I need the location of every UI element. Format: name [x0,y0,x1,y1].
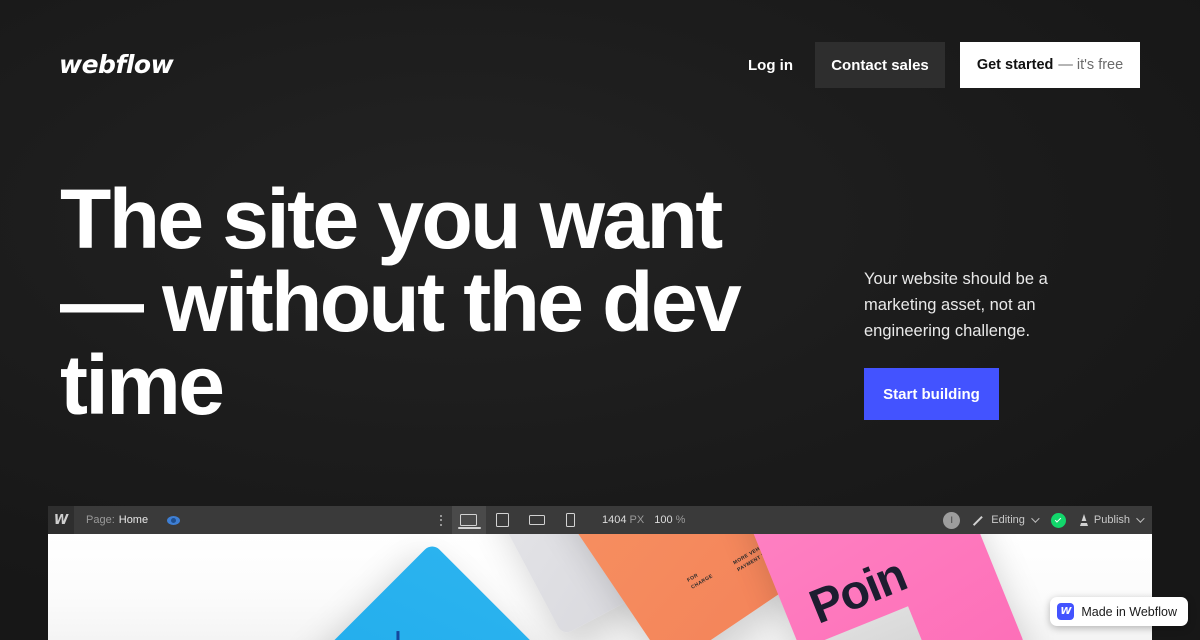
chevron-down-icon [1136,514,1145,523]
designer-canvas[interactable]: FOR CHARGE MORE VEHICLE PAYMENT TIME Poi… [48,534,1152,640]
chevron-down-icon [1031,514,1040,523]
get-started-button[interactable]: Get started — it's free [960,42,1140,88]
canvas-width-unit: PX [629,514,645,526]
tablet-icon [496,513,510,527]
page-selector[interactable]: Page: Home [74,506,160,534]
get-started-label: Get started [976,57,1054,73]
canvas-zoom-unit: % [675,514,686,526]
eye-glyph [166,515,180,525]
check-circle-icon [1050,512,1066,528]
header-nav: Log in Contact sales Get started — it's … [726,42,1140,88]
canvas-zoom[interactable]: 100 % [654,514,685,526]
webflow-mark-icon[interactable]: W [48,506,74,534]
publish-dropdown[interactable]: Publish [1079,514,1145,526]
page-selector-value: Home [118,514,149,526]
pen-icon [974,515,985,526]
canvas-metrics: 1404 PX 100 % [588,514,699,526]
webflow-logo[interactable]: webflow [59,50,174,79]
card-orange-fineprint-1: FOR CHARGE [686,572,714,591]
dot [439,519,442,521]
mobile-landscape-icon [528,515,545,525]
canvas-width-value: 1404 [601,514,627,526]
page-selector-label: Page: [86,514,115,526]
contact-sales-button[interactable]: Contact sales [815,42,945,88]
webflow-badge-icon: W [1057,603,1075,620]
breakpoint-desktop[interactable] [451,506,486,534]
editing-mode-dropdown[interactable]: Editing [974,514,1040,526]
get-started-subtext: — it's free [1058,57,1124,73]
breakpoint-mobile-landscape[interactable] [520,506,554,534]
avatar[interactable]: I [943,511,961,529]
designer-preview: W Page: Home 1404 PX 100 % I Editing Pub… [48,506,1152,640]
publish-label: Publish [1093,514,1130,526]
dot [439,514,442,517]
designer-toolbar: W Page: Home 1404 PX 100 % I Editing Pub… [48,506,1152,534]
more-vertical-icon[interactable] [430,506,452,534]
login-link[interactable]: Log in [726,42,815,88]
canvas-zoom-value: 100 [654,514,673,526]
arrow-icon [396,631,409,640]
toolbar-right-group: I Editing Publish [943,511,1152,529]
mobile-portrait-icon [566,513,576,527]
check-glyph [1055,515,1062,523]
editing-mode-label: Editing [991,514,1025,526]
start-building-button[interactable]: Start building [864,368,999,421]
eye-icon[interactable] [160,506,186,534]
hero-side-column: Your website should be a marketing asset… [864,266,1094,421]
site-header: webflow Log in Contact sales Get started… [0,0,1200,120]
made-in-webflow-badge[interactable]: W Made in Webflow [1050,597,1188,626]
desktop-icon [458,514,482,529]
rocket-icon [1079,514,1089,526]
canvas-width: 1404 PX [602,514,644,526]
hero-subheading: Your website should be a marketing asset… [864,270,1048,341]
breakpoint-switcher [451,506,588,534]
breakpoint-mobile-portrait[interactable] [554,506,588,534]
dot [439,523,442,526]
made-in-webflow-label: Made in Webflow [1081,604,1177,619]
page-title: The site you want — without the dev time [60,172,742,433]
breakpoint-tablet[interactable] [486,506,520,534]
